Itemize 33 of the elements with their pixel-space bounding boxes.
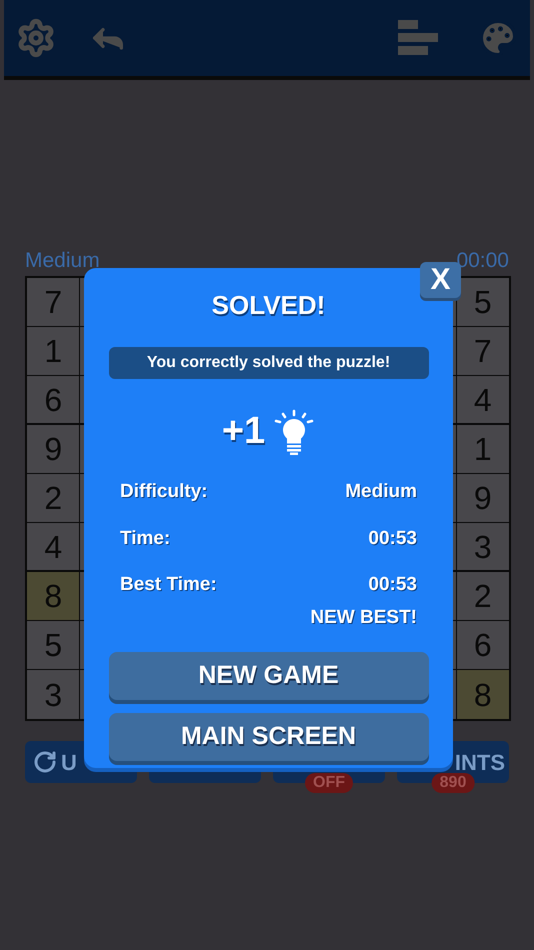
board-cell[interactable]: 3 <box>27 670 80 719</box>
count-badge: OFF <box>305 773 353 793</box>
board-cell[interactable]: 3 <box>456 523 509 570</box>
board-cell[interactable]: 8 <box>456 670 509 719</box>
board-cell[interactable]: 6 <box>456 621 509 669</box>
stat-value: 00:53 <box>368 526 417 550</box>
stat-value: Medium <box>345 480 417 504</box>
stat-label: Difficulty: <box>120 480 208 504</box>
board-cell[interactable]: 1 <box>27 327 80 375</box>
stat-label: Best Time: <box>120 573 217 597</box>
board-cell[interactable]: 2 <box>456 572 509 620</box>
dialog-button[interactable]: MAIN SCREEN <box>108 713 428 761</box>
board-cell[interactable]: 1 <box>456 425 509 473</box>
board-cell[interactable]: 2 <box>27 474 80 522</box>
success-message: You correctly solved the puzzle! <box>108 347 428 379</box>
board-cell[interactable]: 4 <box>456 376 509 423</box>
board-cell[interactable]: 4 <box>27 523 80 570</box>
board-cell[interactable]: 5 <box>27 621 80 669</box>
stat-value: 00:53 <box>368 573 417 597</box>
board-cell[interactable]: 9 <box>27 425 80 473</box>
new-best-note: NEW BEST! <box>310 606 417 630</box>
board-cell[interactable]: 7 <box>456 327 509 375</box>
board-cell[interactable]: 7 <box>27 278 80 326</box>
board-cell[interactable]: 8 <box>27 572 80 620</box>
board-cell[interactable]: 5 <box>456 278 509 326</box>
difficulty-label: Medium <box>25 248 100 274</box>
count-badge: 890 <box>432 773 474 793</box>
dialog-title: SOLVED! <box>212 289 326 322</box>
stat-label: Time: <box>120 526 170 550</box>
dialog-button[interactable]: NEW GAME <box>108 652 428 700</box>
board-cell[interactable]: 9 <box>456 474 509 522</box>
hint-reward: +1 <box>222 409 266 454</box>
board-cell[interactable]: 6 <box>27 376 80 423</box>
